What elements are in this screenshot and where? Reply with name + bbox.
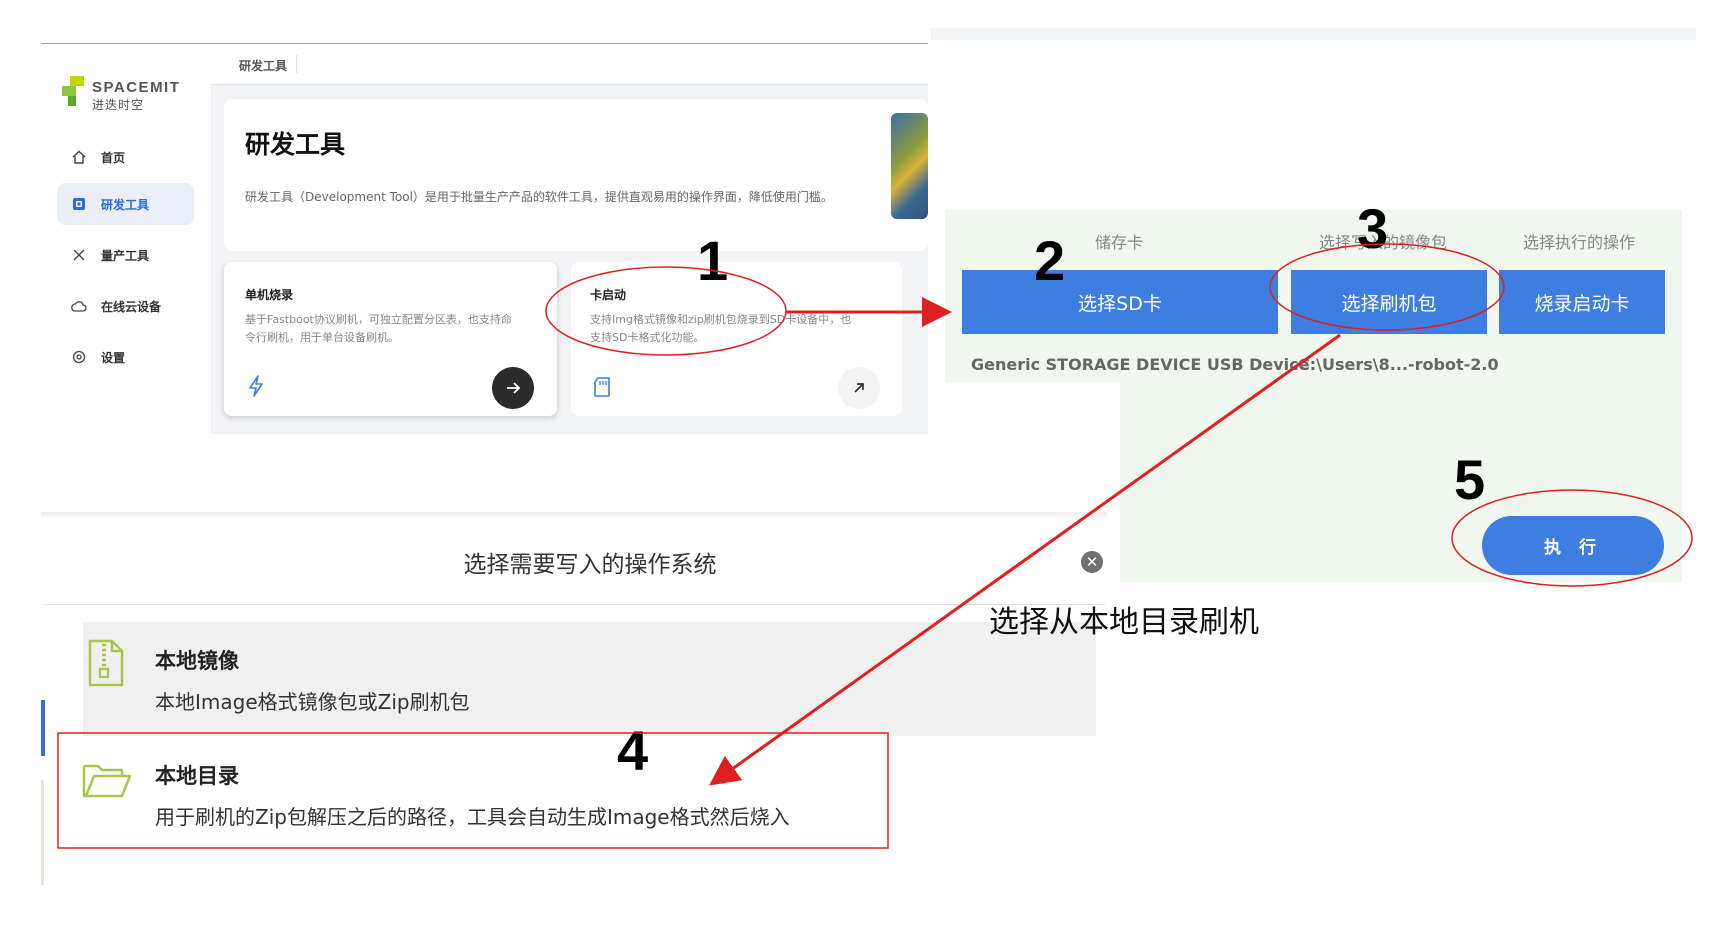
execute-button[interactable]: 执 行: [1482, 516, 1664, 575]
option-local-image[interactable]: [83, 622, 1096, 736]
card-description-line: 支持Img格式镜像和zip刷机包烧录到SD卡设备中，也: [590, 313, 852, 326]
chip-illustration: [891, 113, 928, 219]
column-header-storage: 储存卡: [1095, 233, 1144, 252]
selected-device-label: Generic STORAGE DEVICE USB Device: [971, 355, 1310, 374]
annotation-caption: 选择从本地目录刷机: [989, 605, 1259, 640]
close-icon[interactable]: ✕: [1081, 551, 1103, 573]
brand-name: SPACEMIT: [92, 79, 181, 96]
select-flash-package-button[interactable]: 选择刷机包: [1291, 270, 1487, 334]
option-title: 本地镜像: [155, 649, 239, 673]
tool-box-icon: [71, 196, 87, 212]
hero-card: [224, 99, 928, 251]
selected-package-path: C:\Users\8...-robot-2.0: [1298, 355, 1499, 374]
sidebar-item-label: 量产工具: [101, 248, 150, 263]
card-description-line: 基于Fastboot协议刷机，可独立配置分区表，也支持命: [245, 313, 512, 326]
breadcrumb-bar: [211, 44, 928, 85]
dialog-title: 选择需要写入的操作系统: [463, 552, 717, 578]
dialog-divider: [43, 604, 1105, 605]
open-single-flash-button[interactable]: [492, 367, 534, 409]
spacemit-logo-icon: [62, 76, 84, 106]
sidebar-item-dev-tools[interactable]: 研发工具: [57, 183, 194, 225]
zip-file-icon: [88, 639, 124, 687]
breadcrumb-divider: [296, 55, 297, 73]
sidebar-item-label: 设置: [101, 350, 126, 365]
folder-open-icon: [82, 764, 132, 798]
select-sd-card-button[interactable]: 选择SD卡: [962, 270, 1278, 334]
window-edge-line: [41, 780, 44, 885]
step-number-5: 5: [1454, 448, 1486, 511]
open-sd-boot-button[interactable]: [838, 367, 880, 409]
arrow-up-right-icon: [854, 383, 864, 393]
sidebar-item-mass-production[interactable]: 量产工具: [57, 234, 194, 276]
arrow-right-icon: [507, 382, 521, 394]
step-number-1: 1: [697, 229, 729, 292]
column-header-operation: 选择执行的操作: [1523, 233, 1636, 252]
breadcrumb: 研发工具: [239, 59, 288, 73]
option-description: 用于刷机的Zip包解压之后的路径，工具会自动生成Image格式然后烧入: [155, 805, 790, 829]
card-title: 单机烧录: [245, 288, 294, 302]
sidebar-item-label: 首页: [101, 150, 126, 165]
sidebar-item-label: 研发工具: [101, 197, 150, 212]
wrench-cross-icon: [71, 247, 87, 263]
burn-boot-card-button[interactable]: 烧录启动卡: [1499, 270, 1665, 334]
card-description-line: 令行刷机，用于单台设备刷机。: [245, 331, 399, 344]
step-number-2: 2: [1034, 229, 1066, 292]
card-title: 卡启动: [590, 288, 627, 302]
step-number-4: 4: [617, 719, 649, 782]
brand-subtitle: 进迭时空: [92, 98, 145, 112]
step-number-3: 3: [1357, 197, 1389, 260]
sidebar-item-home[interactable]: 首页: [57, 136, 194, 178]
sd-card-icon: [594, 377, 610, 397]
option-title: 本地目录: [155, 764, 239, 788]
cloud-icon: [71, 298, 87, 314]
page-title: 研发工具: [245, 130, 346, 159]
home-icon: [71, 149, 87, 165]
lightning-icon: [249, 375, 263, 397]
sidebar-item-cloud-devices[interactable]: 在线云设备: [57, 285, 194, 327]
sidebar-item-label: 在线云设备: [101, 299, 162, 314]
option-description: 本地Image格式镜像包或Zip刷机包: [155, 690, 470, 714]
window-edge-accent: [41, 700, 45, 756]
panel-top-bar: [931, 28, 1696, 40]
sidebar-item-settings[interactable]: 设置: [57, 336, 194, 378]
card-description-line: 支持SD卡格式化功能。: [590, 331, 705, 344]
page-description: 研发工具（Development Tool）是用于批量生产产品的软件工具，提供直…: [245, 190, 833, 204]
panel-header-area: [931, 40, 1696, 210]
settings-icon: [71, 349, 87, 365]
